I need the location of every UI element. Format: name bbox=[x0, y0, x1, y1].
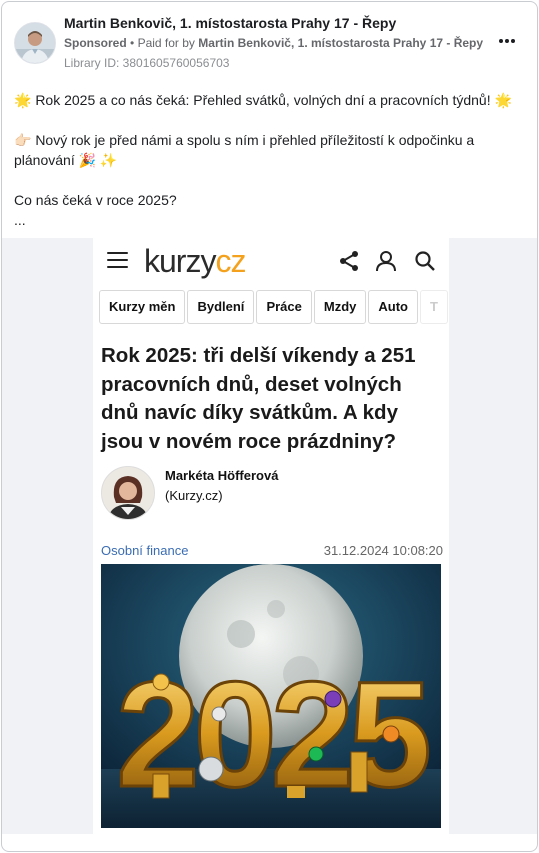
paid-for-prefix: Paid for by bbox=[137, 36, 195, 50]
share-icon[interactable] bbox=[338, 250, 360, 272]
meta-separator: • bbox=[130, 36, 138, 50]
library-id: Library ID: 3801605760056703 bbox=[64, 56, 230, 70]
post-header: Martin Benkovič, 1. místostarosta Prahy … bbox=[2, 2, 537, 78]
post-text: 🌟 Rok 2025 a co nás čeká: Přehled svátků… bbox=[14, 90, 524, 230]
ad-media[interactable]: kurzycz Kurzy měn Bydlení Práce Mzdy Auto T R… bbox=[2, 238, 537, 834]
avatar[interactable] bbox=[14, 22, 56, 64]
tab-mzdy[interactable]: Mzdy bbox=[313, 290, 367, 324]
article-headline[interactable]: Rok 2025: tři delší víkendy a 251 pracov… bbox=[101, 342, 441, 456]
user-icon[interactable] bbox=[375, 250, 397, 272]
tab-kurzy-men[interactable]: Kurzy měn bbox=[99, 290, 186, 324]
sponsored-label: Sponsored bbox=[64, 36, 127, 50]
kurzy-topbar: kurzycz bbox=[93, 238, 449, 284]
article-screenshot[interactable]: kurzycz Kurzy měn Bydlení Práce Mzdy Auto T R… bbox=[93, 238, 449, 834]
author-source: (Kurzy.cz) bbox=[165, 488, 223, 503]
page-name[interactable]: Martin Benkovič, 1. místostarosta Prahy … bbox=[64, 15, 396, 31]
post-text-line: Co nás čeká v roce 2025? bbox=[14, 192, 177, 208]
sponsored-meta: Sponsored • Paid for by Martin Benkovič,… bbox=[64, 36, 483, 50]
category-tabs: Kurzy měn Bydlení Práce Mzdy Auto T bbox=[99, 290, 449, 324]
post-text-more[interactable]: ... bbox=[14, 210, 524, 230]
kurzy-logo[interactable]: kurzycz bbox=[144, 243, 246, 280]
article-category[interactable]: Osobní finance bbox=[101, 543, 188, 558]
author-photo bbox=[101, 466, 155, 520]
hero-image[interactable]: 2025 bbox=[101, 564, 441, 828]
card-footer bbox=[2, 838, 537, 851]
search-icon[interactable] bbox=[414, 250, 436, 272]
article-date: 31.12.2024 10:08:20 bbox=[323, 543, 443, 558]
ad-card: Martin Benkovič, 1. místostarosta Prahy … bbox=[1, 1, 538, 852]
post-text-line: 👉🏻 Nový rok je před námi a spolu s ním i… bbox=[14, 132, 475, 168]
post-text-line: 🌟 Rok 2025 a co nás čeká: Přehled svátků… bbox=[14, 92, 512, 108]
tab-prace[interactable]: Práce bbox=[256, 290, 312, 324]
hamburger-menu-icon[interactable] bbox=[107, 252, 128, 269]
tab-auto[interactable]: Auto bbox=[368, 290, 418, 324]
tab-bydleni[interactable]: Bydlení bbox=[187, 290, 255, 324]
more-dots-icon[interactable] bbox=[496, 30, 518, 52]
author-name[interactable]: Markéta Höfferová bbox=[165, 468, 278, 483]
tab-partial[interactable]: T bbox=[419, 290, 448, 324]
paid-for-by-name[interactable]: Martin Benkovič, 1. místostarosta Prahy … bbox=[198, 36, 483, 50]
